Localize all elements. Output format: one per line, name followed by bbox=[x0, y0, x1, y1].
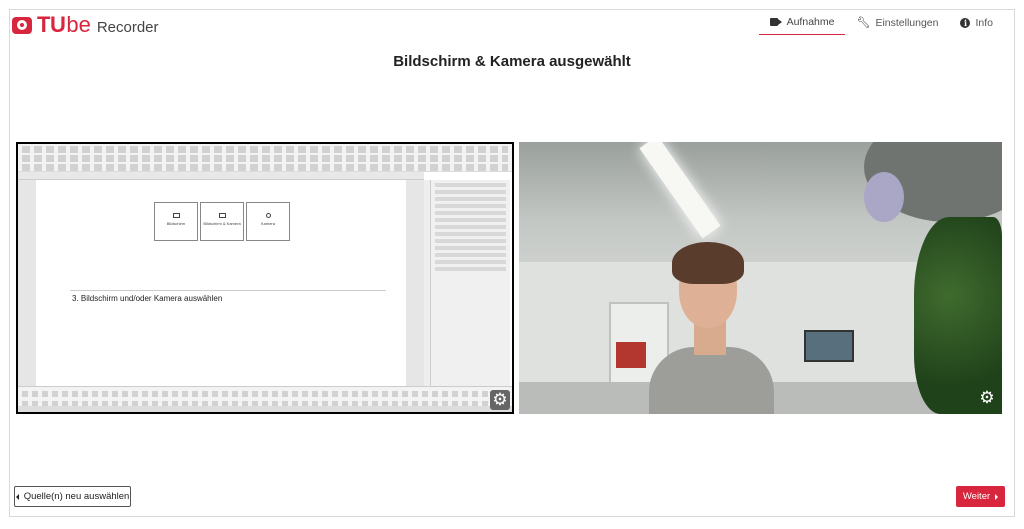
nav-menu: Aufnahme 🔧︎ Einstellungen i Info bbox=[758, 10, 1004, 38]
navbar: TU be Recorder Aufnahme 🔧︎ Einstellungen… bbox=[10, 10, 1014, 38]
back-label: Quelle(n) neu auswählen bbox=[23, 491, 130, 502]
nav-item-label: Einstellungen bbox=[875, 16, 939, 29]
page-title: Bildschirm & Kamera ausgewählt bbox=[393, 53, 631, 70]
doc-button-bildschirm-kamera: Bildschirm & Kamera bbox=[200, 202, 244, 241]
office-ruler bbox=[18, 172, 424, 180]
next-label: Weiter bbox=[962, 491, 991, 502]
caret-left-icon bbox=[15, 493, 19, 500]
info-icon: i bbox=[960, 17, 971, 28]
wrench-icon: 🔧︎ bbox=[856, 17, 871, 29]
office-statusbar bbox=[18, 406, 512, 412]
doc-button-kamera: Kamera bbox=[246, 202, 290, 241]
next-button[interactable]: Weiter bbox=[956, 486, 1005, 507]
reselect-sources-button[interactable]: Quelle(n) neu auswählen bbox=[14, 486, 131, 507]
doc-divider bbox=[70, 290, 386, 291]
screen-preview: Bildschirm Bildschirm & Kamera Kamera 3.… bbox=[16, 142, 514, 414]
nav-item-label: Aufnahme bbox=[786, 16, 835, 28]
office-sidebar bbox=[430, 180, 510, 386]
tube-logo-icon bbox=[12, 16, 32, 34]
nav-item-einstellungen[interactable]: 🔧︎ Einstellungen bbox=[845, 10, 949, 35]
office-page: Bildschirm Bildschirm & Kamera Kamera 3.… bbox=[36, 180, 406, 386]
nav-item-label: Info bbox=[975, 16, 993, 29]
app-frame: TU be Recorder Aufnahme 🔧︎ Einstellungen… bbox=[9, 9, 1015, 517]
office-doc-area: Bildschirm Bildschirm & Kamera Kamera 3.… bbox=[18, 180, 424, 386]
camera-preview: ⚙︎ bbox=[519, 142, 1002, 414]
screen-settings-gear-icon[interactable]: ⚙︎ bbox=[490, 390, 510, 410]
brand-be: be bbox=[66, 12, 91, 37]
video-camera-icon bbox=[769, 18, 782, 26]
nav-item-aufnahme[interactable]: Aufnahme bbox=[758, 10, 846, 35]
camera-settings-gear-icon[interactable]: ⚙︎ bbox=[977, 388, 997, 408]
doc-button-bildschirm: Bildschirm bbox=[154, 202, 198, 241]
brand-logo[interactable]: TU be Recorder bbox=[12, 12, 159, 38]
office-menubar bbox=[18, 144, 512, 172]
caret-right-icon bbox=[995, 493, 999, 500]
brand-recorder: Recorder bbox=[96, 18, 159, 36]
brand-tu: TU bbox=[37, 12, 66, 37]
doc-text: 3. Bildschirm und/oder Kamera auswählen bbox=[72, 294, 223, 303]
nav-item-info[interactable]: i Info bbox=[949, 10, 1004, 35]
